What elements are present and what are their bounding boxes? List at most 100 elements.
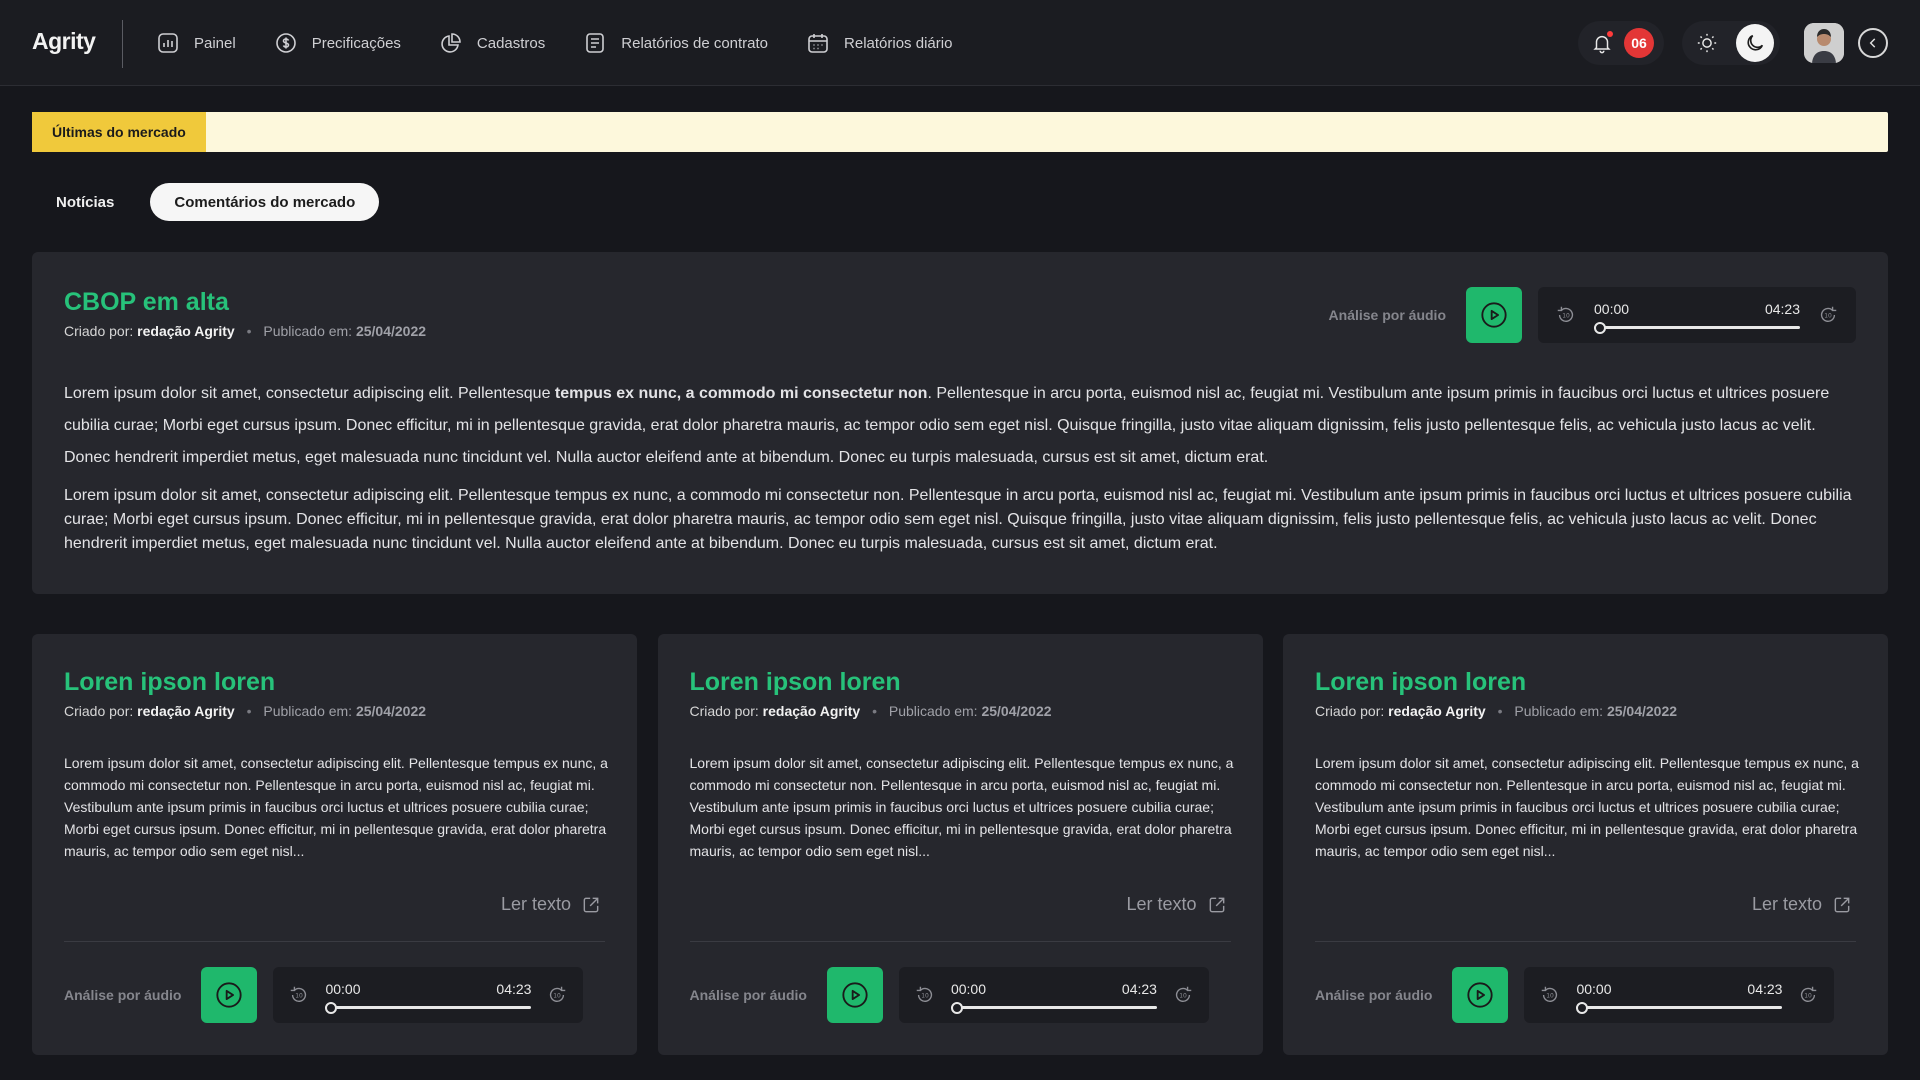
paragraph-bold-text: tempus ex nunc, a commodo mi consectetur… [554, 385, 928, 402]
duration: 04:23 [1747, 981, 1783, 997]
user-avatar[interactable] [1804, 23, 1844, 63]
nav-item-cadastros[interactable]: Cadastros [439, 31, 545, 55]
nav-label: Relatórios diário [844, 34, 953, 52]
nav-item-relatorios-contrato[interactable]: Relatórios de contrato [583, 31, 768, 55]
progress-bar[interactable] [325, 1006, 532, 1009]
progress-bar[interactable] [1594, 326, 1800, 329]
calendar-icon [808, 34, 828, 53]
audio-player: 10 00:00 04:23 10 [1524, 967, 1835, 1023]
read-text-link[interactable]: Ler texto [1126, 894, 1226, 915]
audio-track: 00:00 04:23 [1594, 287, 1800, 343]
dark-theme-button[interactable] [1736, 24, 1774, 62]
meta-separator: • [1497, 703, 1503, 719]
forward-10-button[interactable]: 10 [1796, 983, 1820, 1007]
svg-text:10: 10 [1805, 992, 1813, 999]
rewind-10-button[interactable]: 10 [1554, 303, 1578, 327]
current-time: 00:00 [950, 981, 987, 997]
published-label: Publicado em: [1514, 703, 1604, 719]
audio-track: 00:00 04:23 [950, 967, 1157, 1023]
progress-bar[interactable] [1576, 1006, 1783, 1009]
article-card: Loren ipson loren Criado por: redação Ag… [1283, 634, 1888, 1055]
duration: 04:23 [496, 981, 532, 997]
published-label: Publicado em: [263, 323, 353, 339]
svg-text:10: 10 [1562, 312, 1570, 319]
article-card: Loren ipson loren Criado por: redação Ag… [657, 634, 1263, 1055]
play-icon [1481, 302, 1507, 328]
article-author: redação Agrity [762, 703, 861, 719]
article-author: redação Agrity [137, 703, 235, 719]
content-tabs: Notícias Comentários do mercado [32, 183, 380, 221]
forward-10-icon: 10 [1801, 986, 1817, 1002]
forward-10-button[interactable]: 10 [1816, 303, 1840, 327]
article-date: 25/04/2022 [355, 323, 427, 339]
current-time: 00:00 [1576, 981, 1612, 997]
nav-item-precificacoes[interactable]: Precificações [274, 31, 401, 55]
forward-10-icon: 10 [1820, 306, 1837, 322]
article-header: Loren ipson loren Criado por: redação Ag… [690, 668, 1052, 719]
play-button[interactable] [826, 967, 883, 1023]
svg-text:10: 10 [1547, 992, 1555, 999]
main-nav: Painel Precificações Cadastros Relatório… [156, 0, 990, 86]
play-icon [842, 982, 868, 1008]
article-excerpt: Lorem ipsum dolor sit amet, consectetur … [64, 755, 608, 859]
article-header: Loren ipson loren Criado por: redação Ag… [64, 668, 426, 719]
article-date: 25/04/2022 [355, 703, 427, 719]
rewind-10-button[interactable]: 10 [287, 983, 311, 1007]
card-divider [64, 941, 605, 942]
read-text-link[interactable]: Ler texto [1752, 894, 1852, 915]
created-by-label: Criado por: [689, 703, 759, 719]
audio-analysis: Análise por áudio 10 00:00 04:23 10 [690, 967, 1209, 1023]
current-time: 00:00 [325, 981, 361, 997]
sun-icon [1697, 33, 1717, 53]
article-title[interactable]: Loren ipson loren [690, 668, 1052, 697]
article-title[interactable]: CBOP em alta [64, 288, 426, 317]
article-meta: Criado por: redação Agrity • Publicado e… [690, 703, 1052, 719]
duration: 04:23 [1764, 301, 1800, 317]
article-meta: Criado por: redação Agrity • Publicado e… [64, 703, 426, 719]
progress-bar[interactable] [950, 1006, 1157, 1009]
chart-icon [158, 33, 178, 53]
audio-track: 00:00 04:23 [325, 967, 532, 1023]
moon-icon [1747, 34, 1764, 51]
nav-item-painel[interactable]: Painel [156, 31, 236, 55]
read-text-label: Ler texto [1751, 894, 1822, 914]
progress-knob[interactable] [1576, 1002, 1589, 1014]
article-title[interactable]: Loren ipson loren [1315, 668, 1677, 697]
notifications-group: 06 [1578, 21, 1664, 65]
play-button[interactable] [1466, 287, 1522, 343]
article-paragraph-2: Lorem ipsum dolor sit amet, consectetur … [64, 487, 1852, 552]
created-by-label: Criado por: [64, 323, 134, 339]
nav-divider [122, 20, 123, 68]
current-time: 00:00 [1594, 301, 1630, 317]
nav-item-relatorios-diario[interactable]: Relatórios diário [806, 31, 952, 55]
article-header: CBOP em alta Criado por: redação Agrity … [64, 288, 426, 339]
collapse-button[interactable] [1858, 28, 1888, 58]
read-text-label: Ler texto [1126, 894, 1197, 914]
audio-label: Análise por áudio [1328, 307, 1446, 323]
article-cards: Loren ipson loren Criado por: redação Ag… [32, 634, 1888, 1055]
light-theme-button[interactable] [1688, 24, 1726, 62]
article-title[interactable]: Loren ipson loren [64, 668, 426, 697]
rewind-10-button[interactable]: 10 [1538, 983, 1562, 1007]
rewind-10-button[interactable]: 10 [913, 983, 937, 1007]
read-text-label: Ler texto [500, 894, 571, 914]
article-header: Loren ipson loren Criado por: redação Ag… [1315, 668, 1677, 719]
article-author: redação Agrity [137, 323, 235, 339]
play-button[interactable] [1452, 967, 1509, 1023]
published-label: Publicado em: [888, 703, 978, 719]
progress-knob[interactable] [1594, 322, 1606, 334]
forward-10-button[interactable]: 10 [1171, 983, 1195, 1007]
article-card: Loren ipson loren Criado por: redação Ag… [32, 634, 637, 1055]
tab-comentarios-mercado[interactable]: Comentários do mercado [150, 183, 380, 221]
pie-chart-icon [441, 33, 461, 53]
play-button[interactable] [201, 967, 258, 1023]
forward-10-button[interactable]: 10 [545, 983, 569, 1007]
progress-knob[interactable] [950, 1002, 963, 1014]
tab-noticias[interactable]: Notícias [32, 183, 138, 221]
notifications-button[interactable] [1584, 25, 1620, 61]
progress-knob[interactable] [325, 1002, 338, 1014]
external-link-icon [1834, 897, 1850, 912]
app-logo[interactable]: Agrity [32, 28, 96, 55]
read-text-link[interactable]: Ler texto [501, 894, 601, 915]
meta-separator: • [246, 703, 252, 719]
